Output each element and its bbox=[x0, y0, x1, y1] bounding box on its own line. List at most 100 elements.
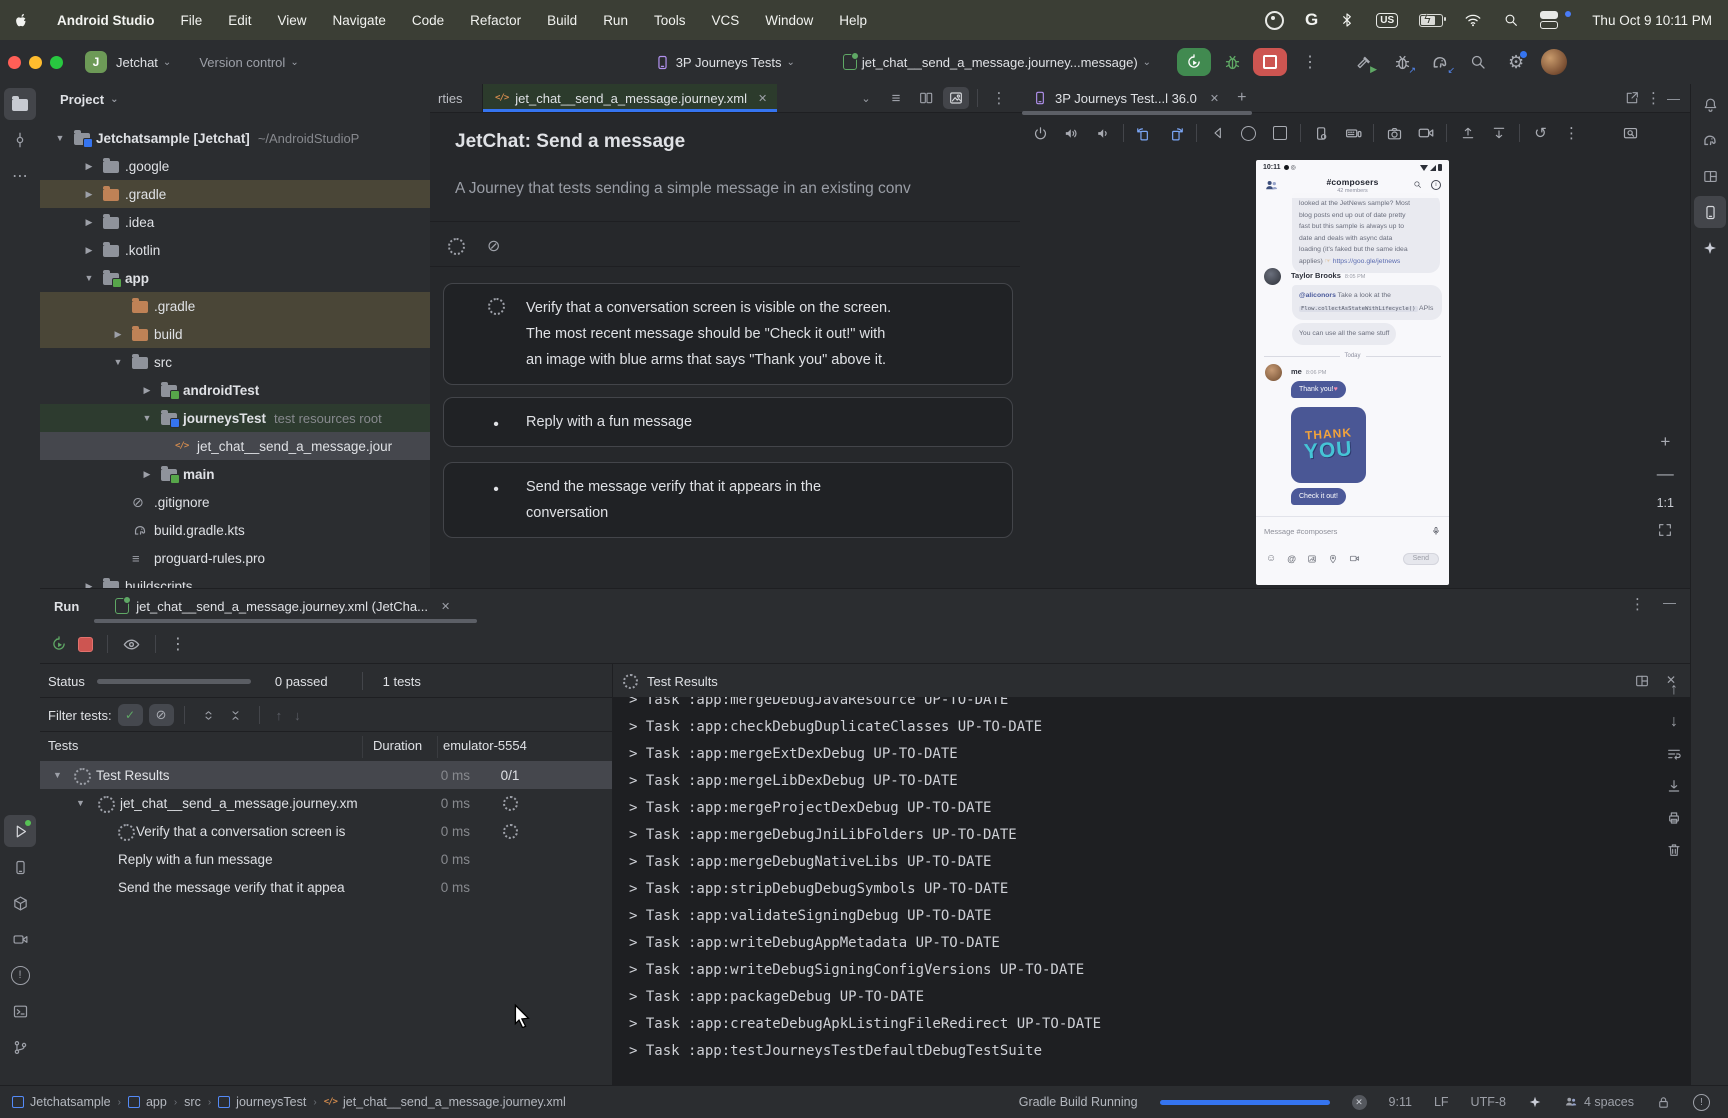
tab-close-icon[interactable]: ✕ bbox=[758, 92, 767, 105]
menu-file[interactable]: File bbox=[180, 13, 202, 28]
emulator-back-button[interactable] bbox=[1203, 120, 1232, 146]
user-avatar[interactable] bbox=[1541, 49, 1567, 75]
tree-row[interactable]: ▶ main bbox=[40, 460, 430, 488]
chat-search-icon[interactable] bbox=[1413, 180, 1422, 189]
attach-debugger-button[interactable]: ↗ bbox=[1387, 48, 1417, 76]
breadcrumb-item[interactable]: journeysTest bbox=[218, 1095, 306, 1109]
tree-chevron-icon[interactable]: ▶ bbox=[82, 236, 96, 264]
editor-list-view-icon[interactable]: ≡ bbox=[883, 87, 909, 109]
emulator-power-button[interactable] bbox=[1026, 120, 1055, 146]
scroll-up-button[interactable]: ↑ bbox=[1670, 681, 1678, 699]
gif-icon[interactable] bbox=[1349, 553, 1360, 564]
menu-tools[interactable]: Tools bbox=[654, 13, 686, 28]
duration-column-header[interactable]: Duration bbox=[373, 738, 422, 753]
tree-chevron-icon[interactable]: ▶ bbox=[82, 208, 96, 236]
clear-all-button[interactable] bbox=[1666, 841, 1682, 859]
gradle-sync-button[interactable]: ↙ bbox=[1425, 48, 1455, 76]
tree-row[interactable]: ▶ .gradle bbox=[40, 180, 430, 208]
journey-step-card[interactable]: • Send the message verify that it appear… bbox=[443, 462, 1013, 538]
soft-wrap-button[interactable] bbox=[1666, 745, 1682, 763]
emulator-record-button[interactable] bbox=[1411, 120, 1440, 146]
menu-build[interactable]: Build bbox=[547, 13, 577, 28]
readonly-lock-icon[interactable] bbox=[1656, 1094, 1671, 1109]
test-row[interactable]: Reply with a fun message 0 ms bbox=[40, 845, 612, 873]
scroll-to-end-button[interactable] bbox=[1666, 777, 1682, 795]
tree-row[interactable]: ▶ .idea bbox=[40, 208, 430, 236]
encoding-indicator[interactable]: UTF-8 bbox=[1471, 1095, 1506, 1109]
device-tab[interactable]: 3P Journeys Test...l 36.0 ✕ bbox=[1020, 84, 1227, 112]
watch-button[interactable] bbox=[122, 635, 141, 654]
tree-chevron-icon[interactable]: ▼ bbox=[82, 264, 96, 292]
settings-button[interactable]: ⚙ bbox=[1501, 48, 1531, 76]
emulator-screen[interactable]: 10:11◎ #composers42 members i looked at … bbox=[1256, 160, 1449, 585]
tree-chevron-icon[interactable]: ▶ bbox=[111, 320, 125, 348]
image-icon[interactable] bbox=[1307, 554, 1317, 564]
emulator-screen-search-button[interactable] bbox=[1616, 120, 1645, 146]
menu-help[interactable]: Help bbox=[839, 13, 867, 28]
zoom-in-button[interactable]: + bbox=[1660, 432, 1670, 452]
menu-window[interactable]: Window bbox=[765, 13, 813, 28]
caret-position[interactable]: 9:11 bbox=[1389, 1095, 1412, 1109]
stop-button[interactable] bbox=[1253, 48, 1287, 76]
breadcrumb-item[interactable]: Jetchatsample bbox=[12, 1095, 111, 1109]
tree-row[interactable]: ▶ buildscripts bbox=[40, 572, 430, 588]
apple-menu-icon[interactable] bbox=[14, 12, 31, 29]
device-manager-tool-button[interactable] bbox=[4, 851, 36, 883]
project-avatar[interactable]: J bbox=[85, 51, 107, 73]
menu-edit[interactable]: Edit bbox=[228, 13, 251, 28]
breadcrumb-item[interactable]: app bbox=[128, 1095, 167, 1109]
input-source-icon[interactable]: US bbox=[1376, 13, 1398, 28]
mic-icon[interactable] bbox=[1431, 526, 1441, 536]
mention-icon[interactable]: @ bbox=[1287, 554, 1296, 564]
ai-assistant-icon[interactable] bbox=[1528, 1095, 1542, 1110]
zoom-out-button[interactable]: — bbox=[1657, 464, 1674, 484]
tree-row[interactable]: .gradle bbox=[40, 292, 430, 320]
menu-code[interactable]: Code bbox=[412, 13, 444, 28]
collapse-all-button[interactable] bbox=[228, 707, 243, 723]
build-run-button[interactable]: ▶ bbox=[1349, 48, 1379, 76]
emulator-home-button[interactable] bbox=[1234, 120, 1263, 146]
window-zoom-button[interactable] bbox=[50, 56, 63, 69]
more-run-options-button[interactable]: ⋮ bbox=[1295, 48, 1325, 76]
search-everywhere-button[interactable] bbox=[1463, 48, 1493, 76]
gradle-build-status[interactable]: Gradle Build Running bbox=[1019, 1095, 1138, 1109]
tree-chevron-icon[interactable]: ▶ bbox=[140, 376, 154, 404]
wifi-icon[interactable] bbox=[1464, 11, 1482, 29]
emulator-volume-down-button[interactable] bbox=[1088, 120, 1117, 146]
journey-step-card[interactable]: • Reply with a fun message bbox=[443, 397, 1013, 447]
thank-you-sticker-image[interactable]: THANK YOU bbox=[1291, 407, 1366, 483]
tree-row[interactable]: ▶ androidTest bbox=[40, 376, 430, 404]
project-panel-header[interactable]: Project⌄ bbox=[60, 92, 118, 107]
tree-chevron-icon[interactable]: ▼ bbox=[53, 124, 67, 152]
emulator-more-button[interactable]: ⋮ bbox=[1557, 120, 1586, 146]
event-log-icon[interactable]: ! bbox=[1693, 1094, 1710, 1111]
menu-view[interactable]: View bbox=[278, 13, 307, 28]
run-panel-title[interactable]: Run bbox=[54, 599, 79, 614]
avatar-me[interactable] bbox=[1265, 364, 1282, 381]
notifications-button[interactable] bbox=[1694, 88, 1726, 120]
journey-step-card[interactable]: Verify that a conversation screen is vis… bbox=[443, 283, 1013, 385]
emulator-rotate-left-button[interactable] bbox=[1130, 120, 1159, 146]
avatar-taylor[interactable] bbox=[1264, 268, 1281, 285]
tree-row[interactable]: ≡ proguard-rules.pro bbox=[40, 544, 430, 572]
previous-failed-test-button[interactable]: ↑ bbox=[276, 708, 283, 723]
test-row[interactable]: Send the message verify that it appea 0 … bbox=[40, 873, 612, 901]
tree-chevron-icon[interactable]: ▶ bbox=[82, 572, 96, 588]
hidden-tabs-chevron-icon[interactable]: ⌄ bbox=[853, 87, 879, 109]
run-button[interactable] bbox=[1177, 48, 1211, 76]
tree-row[interactable]: ▼ journeysTesttest resources root bbox=[40, 404, 430, 432]
next-failed-test-button[interactable]: ↓ bbox=[294, 708, 301, 723]
tree-chevron-icon[interactable]: ▼ bbox=[140, 404, 154, 432]
menu-vcs[interactable]: VCS bbox=[711, 13, 739, 28]
test-chevron-icon[interactable]: ▼ bbox=[53, 761, 62, 789]
design-view-icon[interactable] bbox=[943, 87, 969, 109]
zoom-level[interactable]: 1:1 bbox=[1657, 496, 1674, 510]
window-minimize-button[interactable] bbox=[29, 56, 42, 69]
cancel-build-icon[interactable]: ✕ bbox=[1352, 1095, 1367, 1110]
emulator-overview-button[interactable] bbox=[1265, 120, 1294, 146]
vcs-selector[interactable]: Version control⌄ bbox=[199, 55, 298, 70]
emulator-download-button[interactable] bbox=[1484, 120, 1513, 146]
run-configuration-selector[interactable]: jet_chat__send_a_message.journey...messa… bbox=[843, 54, 1151, 70]
tree-chevron-icon[interactable]: ▶ bbox=[82, 152, 96, 180]
expand-all-button[interactable] bbox=[201, 707, 216, 723]
